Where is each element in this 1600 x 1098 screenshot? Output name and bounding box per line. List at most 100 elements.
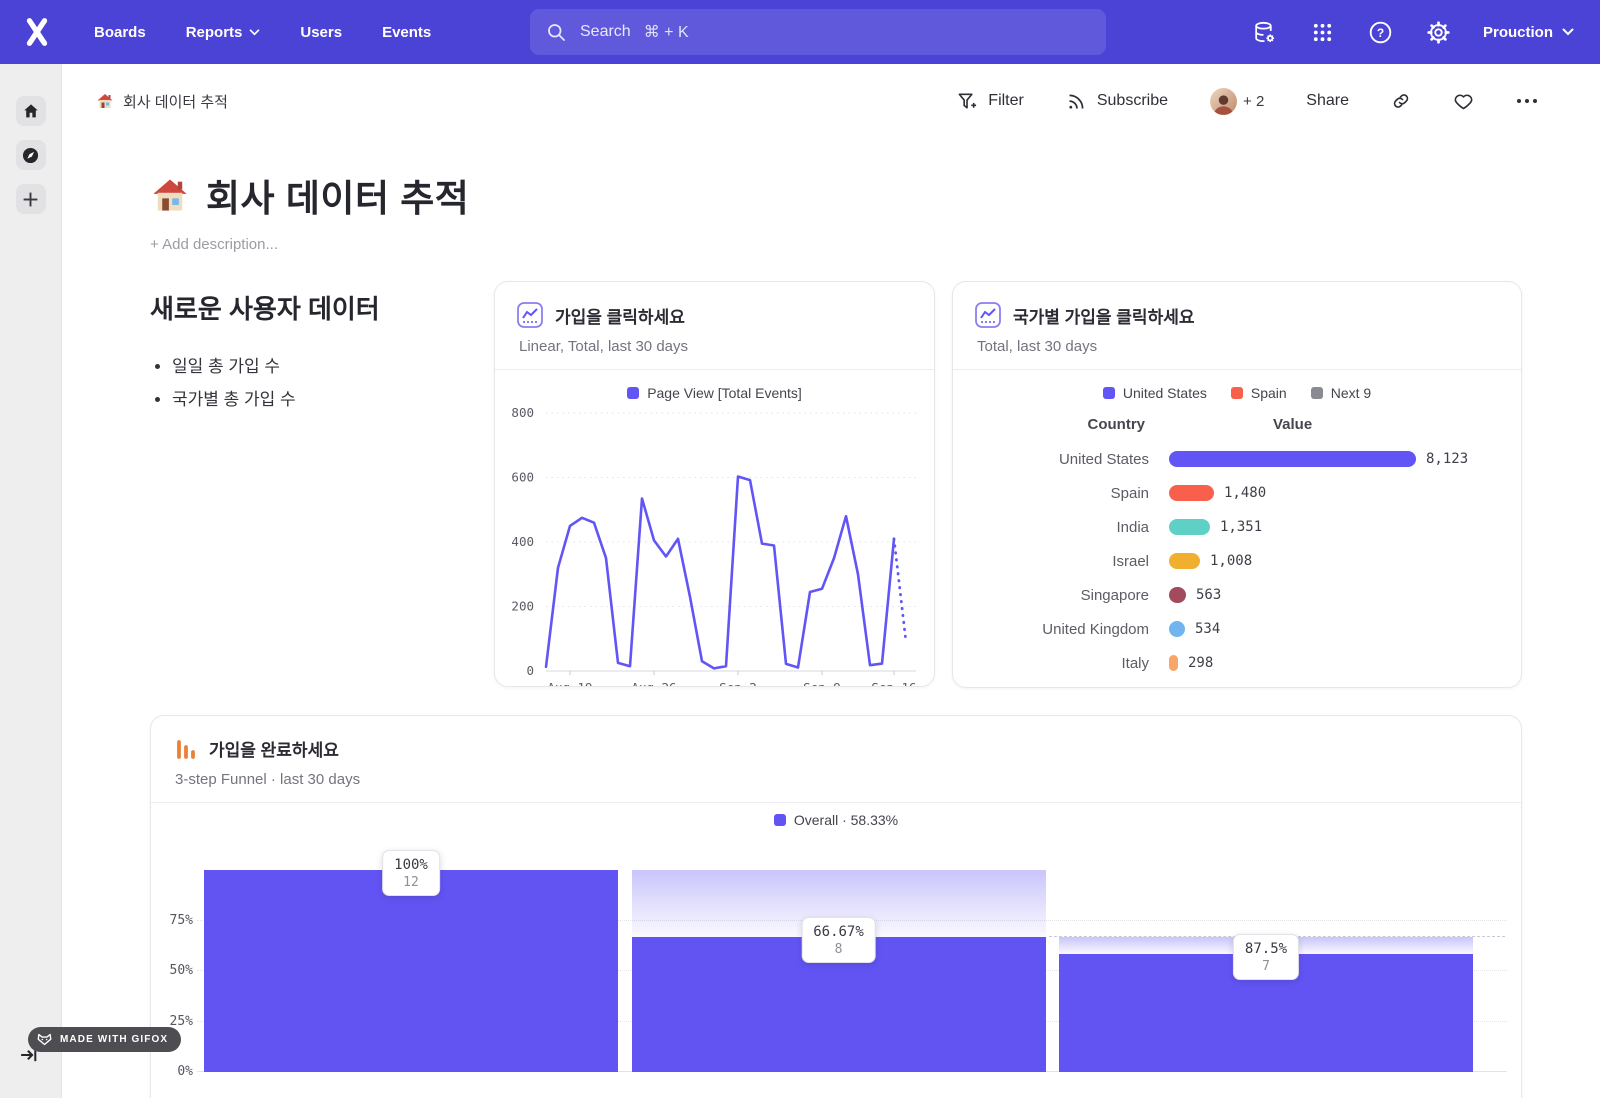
funnel-conversion: 100% bbox=[394, 857, 428, 873]
subscribe-label: Subscribe bbox=[1097, 92, 1168, 110]
more-options-button[interactable] bbox=[1516, 98, 1538, 104]
table-headers: Country Value bbox=[953, 416, 1521, 433]
svg-text:?: ? bbox=[1376, 25, 1383, 39]
country-bar[interactable] bbox=[1169, 655, 1178, 671]
top-navbar: BoardsReportsUsersEvents Search ⌘ + K ? … bbox=[0, 0, 1600, 64]
table-row[interactable]: Singapore563 bbox=[953, 578, 1521, 612]
data-management-icon[interactable] bbox=[1251, 19, 1277, 45]
line-chart-plot[interactable]: 0200400600800Aug 19Aug 26Sep 2Sep 9Sep 1… bbox=[503, 405, 927, 687]
text-card-bullets: 일일 총 가입 수국가별 총 가입 수 bbox=[172, 352, 494, 410]
country-value: 534 bbox=[1195, 621, 1220, 637]
table-row[interactable]: United Kingdom534 bbox=[953, 612, 1521, 646]
countries-legend: United States Spain Next 9 bbox=[953, 385, 1521, 401]
country-value: 1,480 bbox=[1224, 485, 1266, 501]
home-icon bbox=[22, 102, 40, 120]
svg-text:400: 400 bbox=[511, 534, 534, 549]
legend-item[interactable]: United States bbox=[1103, 385, 1207, 401]
help-icon[interactable]: ? bbox=[1367, 19, 1393, 45]
country-value: 8,123 bbox=[1426, 451, 1468, 467]
country-bar[interactable] bbox=[1169, 587, 1186, 603]
funnel-conversion: 66.67% bbox=[813, 924, 864, 940]
legend-item[interactable]: Next 9 bbox=[1311, 385, 1371, 401]
board-content: 회사 데이터 추적 Filter Subscribe + 2 bbox=[62, 64, 1600, 1098]
country-bar[interactable] bbox=[1169, 485, 1214, 501]
legend-item[interactable]: Spain bbox=[1231, 385, 1287, 401]
country-bar[interactable] bbox=[1169, 621, 1185, 637]
legend-swatch bbox=[1311, 387, 1323, 399]
svg-text:600: 600 bbox=[511, 470, 534, 485]
search-input[interactable]: Search ⌘ + K bbox=[530, 9, 1106, 55]
funnel-chart-card[interactable]: 가입을 완료하세요 3-step Funnel · last 30 days O… bbox=[150, 715, 1522, 1098]
create-board-button[interactable] bbox=[16, 184, 46, 214]
subscribe-button[interactable]: Subscribe bbox=[1066, 91, 1168, 112]
legend-swatch bbox=[1231, 387, 1243, 399]
filter-button[interactable]: Filter bbox=[957, 91, 1024, 112]
line-chart-card[interactable]: 가입을 클릭하세요 Linear, Total, last 30 days Pa… bbox=[494, 281, 935, 687]
svg-text:200: 200 bbox=[511, 599, 534, 614]
country-label: Spain bbox=[953, 485, 1149, 502]
funnel-bar[interactable] bbox=[204, 870, 618, 1072]
nav-item-boards[interactable]: Boards bbox=[94, 24, 146, 41]
country-value: 1,008 bbox=[1210, 553, 1252, 569]
copy-link-button[interactable] bbox=[1391, 91, 1411, 111]
compass-icon bbox=[20, 145, 41, 166]
table-row[interactable]: Spain 1,480 bbox=[953, 476, 1521, 510]
house-emoji-icon bbox=[150, 175, 190, 215]
bullet-item: 일일 총 가입 수 bbox=[172, 352, 494, 377]
country-value: 298 bbox=[1188, 655, 1213, 671]
svg-text:Aug 26: Aug 26 bbox=[631, 680, 676, 687]
explore-button[interactable] bbox=[16, 140, 46, 170]
collaborators[interactable]: + 2 bbox=[1210, 88, 1264, 115]
country-bar[interactable] bbox=[1169, 519, 1210, 535]
breadcrumb[interactable]: 회사 데이터 추적 bbox=[96, 91, 228, 112]
insights-chart-icon bbox=[975, 302, 1001, 328]
mixpanel-logo-icon[interactable] bbox=[20, 15, 54, 49]
nav-item-reports[interactable]: Reports bbox=[186, 24, 261, 41]
ellipsis-icon bbox=[1516, 98, 1538, 104]
share-button[interactable]: Share bbox=[1306, 92, 1349, 110]
nav-item-label: Users bbox=[300, 24, 342, 41]
home-button[interactable] bbox=[16, 96, 46, 126]
nav-item-label: Boards bbox=[94, 24, 146, 41]
countries-chart-title: 국가별 가입을 클릭하세요 bbox=[1013, 303, 1195, 328]
funnel-title: 가입을 완료하세요 bbox=[209, 736, 339, 761]
funnel-bars-icon bbox=[173, 737, 197, 761]
collaborators-count: + 2 bbox=[1243, 93, 1264, 110]
table-row[interactable]: Italy298 bbox=[953, 646, 1521, 680]
nav-item-label: Events bbox=[382, 24, 431, 41]
avatar bbox=[1210, 88, 1237, 115]
apps-grid-icon[interactable] bbox=[1309, 19, 1335, 45]
legend-label: Page View [Total Events] bbox=[647, 385, 802, 401]
country-bar[interactable] bbox=[1169, 451, 1416, 467]
column-country: Country bbox=[953, 416, 1149, 433]
table-row[interactable]: Israel1,008 bbox=[953, 544, 1521, 578]
funnel-conversion: 87.5% bbox=[1245, 941, 1287, 957]
legend-label: United States bbox=[1123, 385, 1207, 401]
divider bbox=[953, 369, 1521, 370]
legend-swatch bbox=[774, 814, 786, 826]
table-row[interactable]: United States 8,123 bbox=[953, 442, 1521, 476]
svg-text:Sep 16: Sep 16 bbox=[871, 680, 916, 687]
svg-text:Sep 2: Sep 2 bbox=[719, 680, 757, 687]
svg-text:800: 800 bbox=[511, 405, 534, 420]
legend-label: Spain bbox=[1251, 385, 1287, 401]
legend-swatch bbox=[1103, 387, 1115, 399]
country-label: United States bbox=[953, 451, 1149, 468]
table-row[interactable]: India1,351 bbox=[953, 510, 1521, 544]
funnel-ytick: 75% bbox=[151, 913, 193, 928]
nav-item-users[interactable]: Users bbox=[300, 24, 342, 41]
nav-item-events[interactable]: Events bbox=[382, 24, 431, 41]
board-toolbar: 회사 데이터 추적 Filter Subscribe + 2 bbox=[62, 64, 1600, 138]
country-bar[interactable] bbox=[1169, 553, 1200, 569]
favorite-button[interactable] bbox=[1453, 91, 1474, 112]
funnel-legend: Overall · 58.33% bbox=[151, 812, 1521, 828]
svg-text:Sep 9: Sep 9 bbox=[803, 680, 841, 687]
plus-icon bbox=[22, 191, 39, 208]
countries-table: United States 8,123 Spain 1,480 India1,351Is… bbox=[953, 442, 1521, 688]
countries-chart-card[interactable]: 국가별 가입을 클릭하세요 Total, last 30 days United… bbox=[952, 281, 1522, 688]
breadcrumb-label: 회사 데이터 추적 bbox=[123, 91, 228, 112]
add-description-button[interactable]: + Add description... bbox=[150, 236, 1600, 253]
settings-gear-icon[interactable] bbox=[1425, 19, 1451, 45]
line-chart-title: 가입을 클릭하세요 bbox=[555, 303, 685, 328]
project-selector[interactable]: Prouction bbox=[1483, 24, 1574, 41]
